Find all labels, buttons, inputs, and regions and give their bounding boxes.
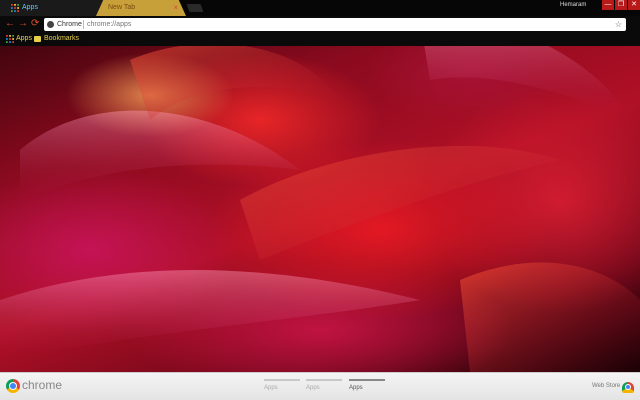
rose-wallpaper [0, 0, 640, 372]
minimize-icon[interactable]: — [602, 0, 614, 10]
bookmarks-bar: Apps Bookmarks [0, 32, 640, 46]
forward-icon[interactable]: → [18, 18, 28, 30]
page-indicator-label: Apps [306, 385, 320, 391]
page-indicator-bar [349, 379, 385, 381]
tab-title: New Tab [108, 4, 136, 11]
maximize-icon[interactable]: ❐ [615, 0, 627, 10]
web-store-icon[interactable] [622, 382, 634, 393]
omnibox[interactable]: Chrome chrome://apps ☆ [44, 18, 626, 31]
page-indicator-active[interactable]: Apps [349, 377, 385, 397]
omnibox-divider [83, 20, 84, 29]
bookmark-label: Apps [16, 35, 32, 42]
close-icon[interactable]: × [173, 0, 178, 16]
folder-icon [34, 36, 41, 42]
tab-apps[interactable]: Apps × [0, 0, 110, 16]
window-controls: — ❐ ✕ [601, 0, 640, 10]
omnibox-chip: Chrome [57, 21, 82, 28]
tab-new-tab[interactable]: New Tab × [96, 0, 186, 16]
page-indicator-bar [264, 379, 300, 381]
bookmark-label: Bookmarks [44, 35, 80, 42]
close-window-icon[interactable]: ✕ [628, 0, 640, 10]
chrome-wordmark: chrome [22, 378, 63, 392]
reload-icon[interactable]: ⟳ [31, 18, 39, 30]
chrome-page-icon [47, 21, 54, 28]
profile-name[interactable]: Hemaram [560, 2, 586, 8]
tab-title: Apps [22, 4, 38, 11]
page-indicator-label: Apps [349, 385, 363, 391]
page-indicator-bar [306, 379, 342, 381]
new-tab-button[interactable] [186, 4, 204, 12]
tab-strip: Apps × New Tab × Hemaram — ❐ ✕ [0, 0, 640, 16]
rose-petals [0, 18, 640, 372]
ntp-footer: chrome Apps Apps Apps Web Store [0, 372, 640, 400]
page-indicator[interactable]: Apps [306, 377, 342, 397]
apps-grid-icon [6, 35, 14, 43]
star-icon[interactable]: ☆ [615, 18, 622, 31]
apps-grid-icon [11, 4, 19, 12]
omnibox-url[interactable]: chrome://apps [87, 18, 131, 31]
toolbar: ← → ⟳ Chrome chrome://apps ☆ [0, 16, 640, 32]
page-indicator[interactable]: Apps [264, 377, 300, 397]
back-icon[interactable]: ← [5, 18, 15, 30]
chrome-logo-icon [6, 379, 20, 393]
page-indicator-label: Apps [264, 385, 278, 391]
web-store-link[interactable]: Web Store [592, 383, 620, 389]
